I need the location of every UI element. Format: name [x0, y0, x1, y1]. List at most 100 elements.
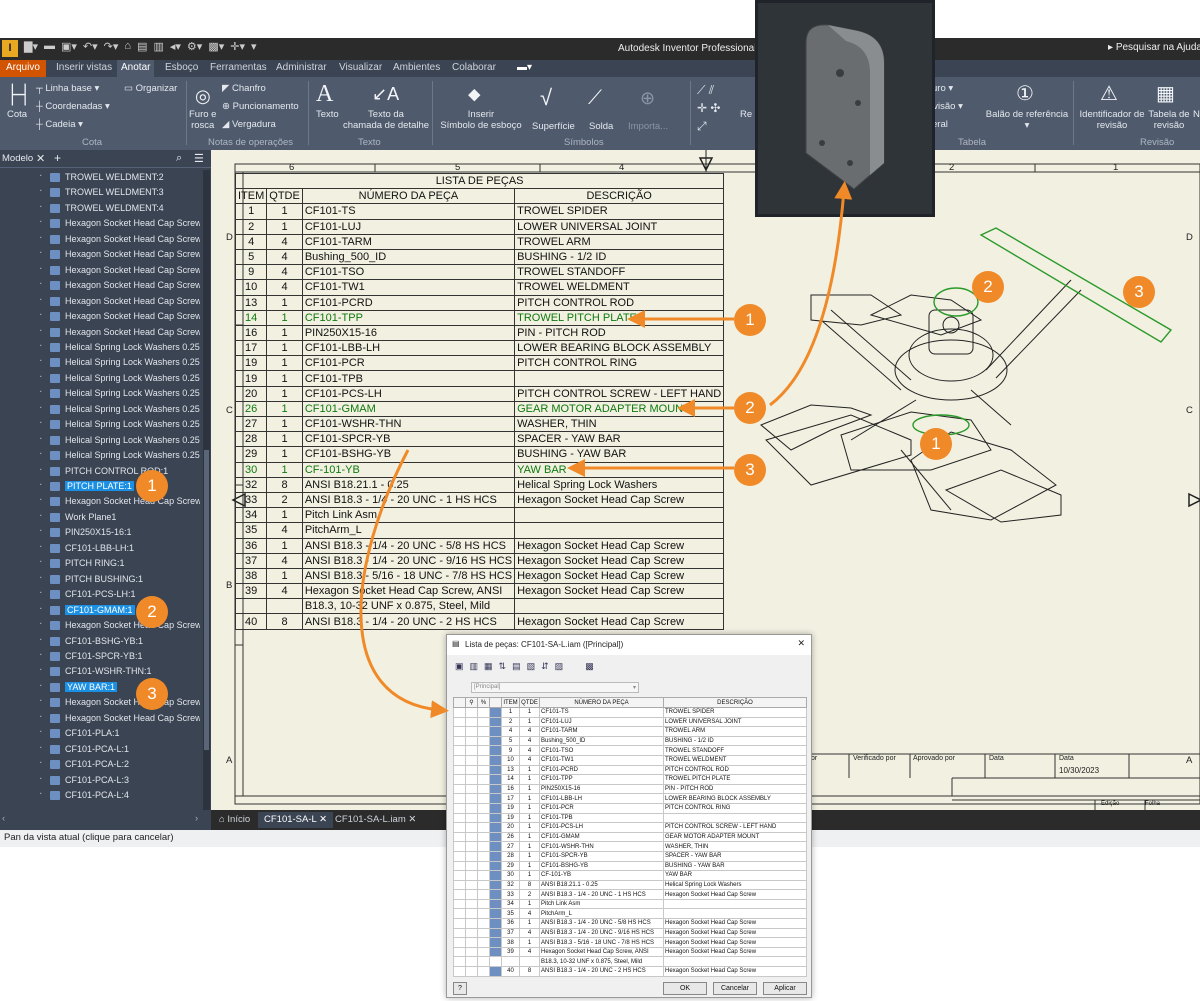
- dialog-table-row[interactable]: 5 4 Bushing_500_ID BUSHING - 1/2 ID: [453, 735, 807, 747]
- add-tab-icon[interactable]: +: [54, 151, 61, 165]
- dialog-table-row[interactable]: 30 1 CF-101-YB YAW BAR: [453, 870, 807, 881]
- browser-item[interactable]: + CF101-PLA:1: [40, 727, 200, 742]
- browser-item[interactable]: + PITCH BUSHING:1: [40, 573, 200, 588]
- browser-item[interactable]: + CF101-LBB-LH:1: [40, 542, 200, 557]
- browser-item[interactable]: + PITCH PLATE:1: [40, 480, 200, 495]
- tab-inserir-vistas[interactable]: Inserir vistas: [56, 62, 112, 73]
- expand-icon[interactable]: +: [40, 526, 42, 537]
- tab-administrar[interactable]: Administrar: [276, 62, 327, 73]
- tab-visualizar[interactable]: Visualizar: [339, 62, 382, 73]
- tab-inicio[interactable]: ⌂ Início: [213, 812, 256, 828]
- menu-icon[interactable]: ☰: [194, 152, 204, 165]
- browser-item[interactable]: + Helical Spring Lock Washers 0.25:3: [40, 372, 200, 387]
- dialog-table-row[interactable]: 19 1 CF101-PCR PITCH CONTROL RING: [453, 802, 807, 814]
- toggle-icon[interactable]: ▬▾: [517, 62, 532, 73]
- browser-item[interactable]: + Hexagon Socket Head Cap Screw - 1: [40, 295, 200, 310]
- expand-icon[interactable]: +: [40, 171, 42, 182]
- revision-table-button[interactable]: Tabela de revisão: [1146, 109, 1192, 131]
- leader-icon[interactable]: ⟋ ⫽: [697, 83, 714, 98]
- browser-scrollbar-thumb[interactable]: [204, 450, 209, 750]
- browser-item[interactable]: + Helical Spring Lock Washers 0.25:1: [40, 341, 200, 356]
- browser-item[interactable]: + TROWEL WELDMENT:4: [40, 202, 200, 217]
- ordinate-button[interactable]: ┼ Coordenadas ▾: [36, 101, 110, 112]
- tab-assembly[interactable]: CF101-SA-L.iam ✕: [329, 812, 422, 828]
- expand-icon[interactable]: +: [40, 712, 42, 723]
- expand-icon[interactable]: +: [40, 372, 42, 383]
- expand-icon[interactable]: +: [40, 356, 42, 367]
- dialog-table-row[interactable]: 36 1 ANSI B18.3 - 1/4 - 20 UNC - 5/8 HS HC…: [453, 918, 807, 929]
- dialog-table-row[interactable]: 13 1 CF101-PCRD PITCH CONTROL ROD: [453, 764, 807, 776]
- dialog-table-row[interactable]: 19 1 CF101-TPB: [453, 812, 807, 824]
- cancel-button[interactable]: Cancelar: [713, 982, 757, 995]
- table-layout-icon[interactable]: ▧: [527, 661, 536, 672]
- punch-button[interactable]: ⊕ Puncionamento: [222, 101, 299, 112]
- dialog-table-row[interactable]: 29 1 CF101-BSHG-YB BUSHING - YAW BAR: [453, 860, 807, 872]
- close-icon[interactable]: ✕: [36, 152, 45, 165]
- dialog-table-row[interactable]: 28 1 CF101-SPCR-YB SPACER - YAW BAR: [453, 850, 807, 862]
- expand-icon[interactable]: +: [40, 665, 42, 676]
- expand-icon[interactable]: +: [40, 264, 42, 275]
- chamfer-button[interactable]: ◤ Chanfro: [222, 83, 266, 94]
- expand-icon[interactable]: +: [40, 727, 42, 738]
- expand-icon[interactable]: +: [40, 480, 42, 491]
- browser-item[interactable]: + Hexagon Socket Head Cap Screw - 1: [40, 326, 200, 341]
- customize-icon[interactable]: ▾: [251, 40, 257, 53]
- expand-icon[interactable]: +: [40, 202, 42, 213]
- close-icon[interactable]: ✕: [319, 814, 327, 825]
- dialog-table-row[interactable]: 16 1 PIN250X15-16 PIN - PITCH ROD: [453, 783, 807, 795]
- browser-item[interactable]: + Hexagon Socket Head Cap Screw - 1: [40, 248, 200, 263]
- browser-item[interactable]: + Hexagon Socket Head Cap Screw - 1: [40, 217, 200, 232]
- column-chooser-icon[interactable]: ▥: [470, 661, 479, 672]
- sort-icon[interactable]: ⇅: [499, 661, 507, 672]
- dialog-table-row[interactable]: 27 1 CF101-WSHR-THN WASHER, THIN: [453, 841, 807, 852]
- expand-icon[interactable]: +: [40, 434, 42, 445]
- browser-item[interactable]: + CF101-PCA-L:1: [40, 743, 200, 758]
- expand-icon[interactable]: +: [40, 774, 42, 785]
- inventor-app-icon[interactable]: I: [2, 40, 18, 57]
- dialog-table-row[interactable]: B18.3, 10-32 UNF x 0.875, Steel, Mild: [453, 956, 807, 968]
- dialog-table-row[interactable]: 9 4 CF101-TSO TROWEL STANDOFF: [453, 745, 807, 756]
- expand-icon[interactable]: +: [40, 233, 42, 244]
- dialog-table-row[interactable]: 40 8 ANSI B18.3 - 1/4 - 20 UNC - 2 HS HCS H…: [453, 966, 807, 977]
- browser-item[interactable]: + CF101-GMAM:1: [40, 604, 200, 619]
- dialog-table-row[interactable]: 35 4 PitchArm_L: [453, 908, 807, 920]
- browser-item[interactable]: + Helical Spring Lock Washers 0.25:8: [40, 449, 200, 464]
- expand-icon[interactable]: +: [40, 387, 42, 398]
- dialog-table-row[interactable]: 10 4 CF101-TW1 TROWEL WELDMENT: [453, 754, 807, 766]
- update-icon[interactable]: ⚙▾: [187, 40, 202, 53]
- material-icon[interactable]: ▩▾: [208, 40, 224, 53]
- dialog-table-row[interactable]: 38 1 ANSI B18.3 - 5/16 - 18 UNC - 7/8 HS H…: [453, 937, 807, 948]
- scroll-right-icon[interactable]: ›: [195, 813, 198, 824]
- browser-item[interactable]: + Hexagon Socket Head Cap Screw - 1: [40, 495, 200, 510]
- member-dropdown[interactable]: [Principal] ▾: [471, 682, 639, 693]
- redo-icon[interactable]: ↷▾: [104, 40, 119, 53]
- dialog-table-row[interactable]: 4 4 CF101-TARM TROWEL ARM: [453, 726, 807, 737]
- expand-icon[interactable]: +: [40, 573, 42, 584]
- browser-item[interactable]: + Hexagon Socket Head Cap Screw - 1: [40, 279, 200, 294]
- expand-icon[interactable]: +: [40, 217, 42, 228]
- tab-drawing[interactable]: CF101-SA-L ✕: [258, 812, 334, 828]
- expand-icon[interactable]: +: [40, 186, 42, 197]
- help-search[interactable]: ▸ Pesquisar na Ajuda e: [1108, 42, 1200, 53]
- expand-icon[interactable]: +: [40, 650, 42, 661]
- browser-item[interactable]: + Helical Spring Lock Washers 0.25:2: [40, 356, 200, 371]
- centermark-icon[interactable]: ✛ ✣: [697, 101, 720, 115]
- dialog-table-row[interactable]: 17 1 CF101-LBB-LH LOWER BEARING BLOCK ASSEM…: [453, 793, 807, 804]
- save-icon[interactable]: ▣▾: [61, 40, 77, 53]
- expand-icon[interactable]: +: [40, 588, 42, 599]
- expand-icon[interactable]: +: [40, 418, 42, 429]
- browser-item[interactable]: +PITCH CONTROL ROD:1: [40, 465, 200, 480]
- weld-button[interactable]: Solda: [589, 121, 613, 132]
- revision-tag-button[interactable]: Identificador de revisão: [1076, 109, 1148, 131]
- browser-item[interactable]: + Hexagon Socket Head Cap Screw - 1: [40, 264, 200, 279]
- browser-item[interactable]: + Work Plane1: [40, 511, 200, 526]
- expand-icon[interactable]: +: [40, 326, 42, 337]
- browser-item[interactable]: + CF101-SPCR-YB:1: [40, 650, 200, 665]
- browser-item[interactable]: + CF101-PCA-L:2: [40, 758, 200, 773]
- scroll-left-icon[interactable]: ‹: [2, 813, 5, 824]
- expand-icon[interactable]: +: [40, 696, 42, 707]
- dialog-table-row[interactable]: 14 1 CF101-TPP TROWEL PITCH PLATE: [453, 774, 807, 785]
- cota-button[interactable]: Cota: [7, 109, 27, 120]
- expand-icon[interactable]: +: [40, 295, 42, 306]
- surface-button[interactable]: Superfície: [532, 121, 575, 132]
